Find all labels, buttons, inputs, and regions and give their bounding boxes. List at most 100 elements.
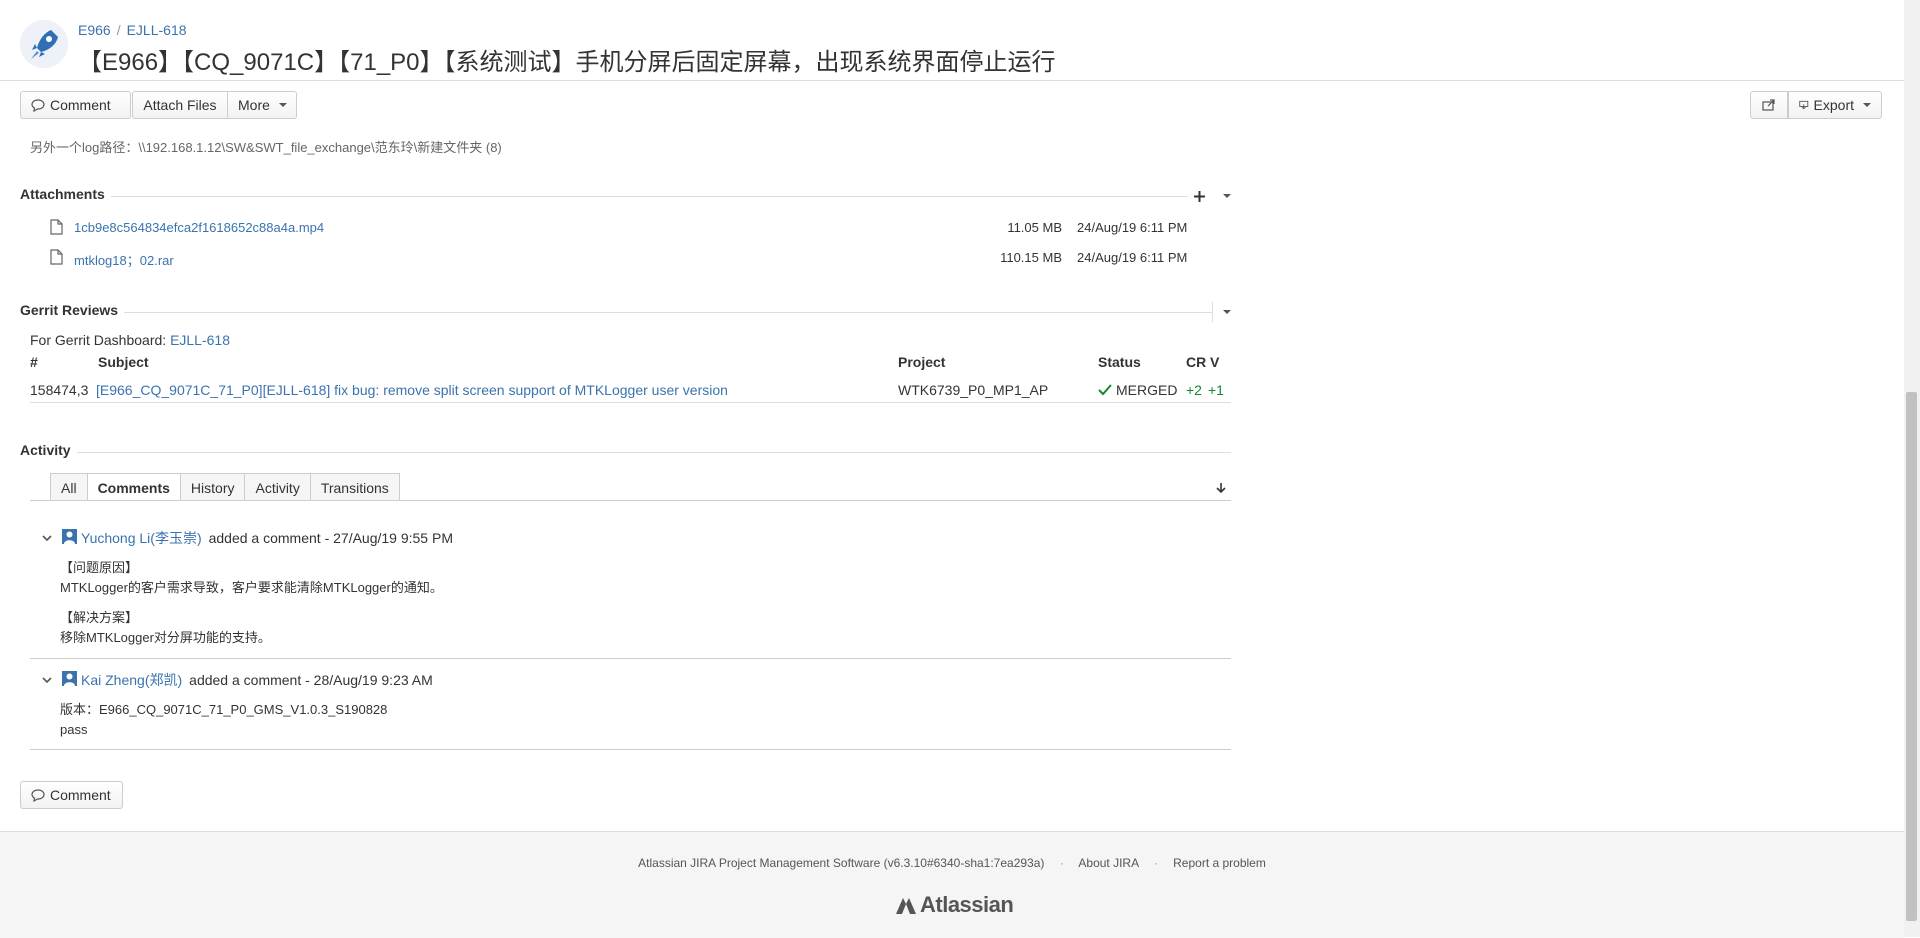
user-avatar xyxy=(62,671,77,689)
comment-author-link[interactable]: Yuchong Li(李玉崇) xyxy=(81,528,202,548)
comment-header: Yuchong Li(李玉崇) added a comment - 27/Aug… xyxy=(42,528,453,548)
attachments-title: Attachments xyxy=(20,186,111,202)
tab-transitions[interactable]: Transitions xyxy=(310,473,400,501)
export-group: Export xyxy=(1750,91,1882,119)
attachment-date: 24/Aug/19 6:11 PM xyxy=(1077,220,1188,235)
project-avatar[interactable] xyxy=(20,20,68,68)
col-project: Project xyxy=(898,354,946,370)
comment-body: 版本：E966_CQ_9071C_71_P0_GMS_V1.0.3_S19082… xyxy=(60,700,387,740)
comment-author-link[interactable]: Kai Zheng(郑凯) xyxy=(81,670,182,690)
change-cr-vote: +2 xyxy=(1186,382,1202,398)
activity-module-header: Activity xyxy=(20,442,1231,462)
comment-line: 移除MTKLogger对分屏功能的支持。 xyxy=(60,630,271,645)
comment-divider xyxy=(30,749,1231,750)
atlassian-logo[interactable]: Atlassian xyxy=(894,892,1014,918)
change-project: WTK6739_P0_MP1_AP xyxy=(898,382,1049,398)
speech-bubble-icon xyxy=(31,788,45,802)
export-menu-button[interactable]: Export xyxy=(1788,91,1882,119)
attach-files-label: Attach Files xyxy=(143,97,217,113)
speech-bubble-icon xyxy=(31,98,45,112)
comment-line: MTKLogger的客户需求导致，客户要求能清除MTKLogger的通知。 xyxy=(60,580,443,595)
change-v-vote: +1 xyxy=(1208,382,1224,398)
attachment-link[interactable]: mtklog18；02.rar xyxy=(74,250,174,269)
comment-meta: added a comment - 27/Aug/19 9:55 PM xyxy=(208,530,453,546)
chevron-down-icon xyxy=(278,103,287,107)
comment-divider xyxy=(30,658,1231,659)
attachment-size: 11.05 MB xyxy=(1007,220,1062,235)
footer-links: Atlassian JIRA Project Management Softwa… xyxy=(0,856,1904,870)
file-icon xyxy=(50,249,63,265)
attachment-link[interactable]: 1cb9e8c564834efca2f1618652c88a4a.mp4 xyxy=(74,220,324,235)
gerrit-dashboard-label: For Gerrit Dashboard: xyxy=(30,332,167,348)
gerrit-module-header: Gerrit Reviews xyxy=(20,302,1231,322)
page-footer: Atlassian JIRA Project Management Softwa… xyxy=(0,831,1904,938)
attach-files-button[interactable]: Attach Files xyxy=(132,91,228,119)
col-subject: Subject xyxy=(98,354,149,370)
breadcrumb: E966 / EJLL-618 xyxy=(78,22,187,38)
attachment-row: 1cb9e8c564834efca2f1618652c88a4a.mp4 11.… xyxy=(50,218,1200,238)
add-comment-button[interactable]: Comment xyxy=(20,781,123,809)
user-icon xyxy=(62,529,77,544)
breadcrumb-project-link[interactable]: E966 xyxy=(78,22,111,38)
footer-software-text: Atlassian JIRA Project Management Softwa… xyxy=(638,856,1045,870)
chevron-down-icon xyxy=(1863,103,1871,107)
gerrit-dashboard-link[interactable]: EJLL-618 xyxy=(170,332,230,348)
attachment-size: 110.15 MB xyxy=(1000,250,1062,265)
gerrit-divider xyxy=(30,402,1231,403)
change-status: MERGED xyxy=(1098,382,1177,398)
checkmark-icon xyxy=(1098,384,1112,396)
change-subject-link[interactable]: [E966_CQ_9071C_71_P0][EJLL-618] fix bug:… xyxy=(96,382,728,398)
activity-title: Activity xyxy=(20,442,77,458)
change-number: 158474,3 xyxy=(30,382,89,398)
attachments-module-header: Attachments xyxy=(20,186,1231,206)
tab-activity[interactable]: Activity xyxy=(245,473,311,501)
change-status-label: MERGED xyxy=(1116,382,1178,398)
user-icon xyxy=(62,671,77,686)
breadcrumb-issue-link[interactable]: EJLL-618 xyxy=(127,22,187,38)
breadcrumb-separator: / xyxy=(116,22,121,38)
more-label: More xyxy=(238,97,270,113)
attachments-options-icon[interactable] xyxy=(1223,194,1231,198)
gerrit-options-icon[interactable] xyxy=(1223,310,1231,314)
collapse-chevron-icon[interactable] xyxy=(42,534,52,542)
export-label: Export xyxy=(1813,97,1854,113)
tabs-divider xyxy=(30,500,1231,501)
comment-line: 版本：E966_CQ_9071C_71_P0_GMS_V1.0.3_S19082… xyxy=(60,702,388,717)
user-avatar xyxy=(62,529,77,547)
share-button[interactable] xyxy=(1750,91,1788,119)
comment-body: 【问题原因】 MTKLogger的客户需求导致，客户要求能清除MTKLogger… xyxy=(60,558,443,648)
footer-dot: · xyxy=(1059,856,1064,870)
attachment-date: 24/Aug/19 6:11 PM xyxy=(1077,250,1188,265)
about-jira-link[interactable]: About JIRA xyxy=(1078,856,1138,870)
comment-line: pass xyxy=(60,722,88,737)
gerrit-title: Gerrit Reviews xyxy=(20,302,125,318)
page-title: 【E966】【CQ_9071C】【71_P0】【系统测试】手机分屏后固定屏幕，出… xyxy=(78,49,1056,76)
share-icon xyxy=(1762,99,1775,111)
comment-meta: added a comment - 28/Aug/19 9:23 AM xyxy=(189,672,433,688)
comment-line: 【解决方案】 xyxy=(60,610,139,625)
gerrit-dashboard: For Gerrit Dashboard: EJLL-618 xyxy=(30,332,230,348)
file-icon xyxy=(50,219,63,235)
atlassian-logo-icon xyxy=(896,898,916,914)
issue-actions-group: Attach Files More xyxy=(132,91,297,119)
add-attachment-icon[interactable] xyxy=(1194,190,1205,202)
comment-line: 【问题原因】 xyxy=(60,560,139,575)
rocket-icon xyxy=(20,20,68,68)
add-comment-label: Comment xyxy=(50,787,111,803)
description-log-path: 另外一个log路径：\\192.168.1.12\SW&SWT_file_exc… xyxy=(30,140,502,155)
attachment-row: mtklog18；02.rar 110.15 MB 24/Aug/19 6:11… xyxy=(50,248,1200,268)
report-problem-link[interactable]: Report a problem xyxy=(1173,856,1266,870)
atlassian-logo-text: Atlassian xyxy=(920,892,1014,917)
tab-all[interactable]: All xyxy=(50,473,88,501)
footer-dot: · xyxy=(1153,856,1158,870)
tab-history[interactable]: History xyxy=(180,473,246,501)
comment-button[interactable]: Comment xyxy=(20,91,131,119)
sort-order-icon[interactable] xyxy=(1216,483,1226,494)
comment-button-label: Comment xyxy=(50,97,111,113)
more-menu-button[interactable]: More xyxy=(228,91,297,119)
collapse-chevron-icon[interactable] xyxy=(42,676,52,684)
tab-comments[interactable]: Comments xyxy=(87,473,181,501)
export-icon xyxy=(1799,100,1809,110)
col-v: V xyxy=(1210,354,1220,370)
scrollbar-thumb[interactable] xyxy=(1906,392,1917,921)
